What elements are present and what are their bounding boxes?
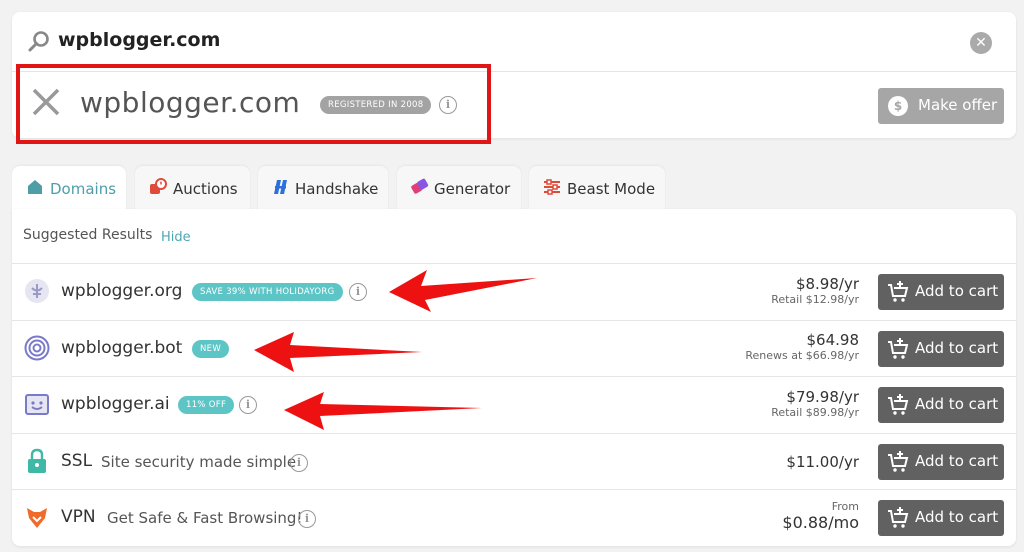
product-description: Site security made simple [101,453,297,471]
cart-plus-icon [888,507,909,528]
product-description: Get Safe & Fast Browsing! [107,509,303,527]
annotation-highlight-box [16,64,491,144]
tab-label: Domains [50,180,117,198]
domain-name[interactable]: wpblogger.org [61,281,182,301]
info-icon[interactable]: i [298,510,316,528]
price: $64.98 [806,331,860,349]
annotation-arrow [254,332,422,372]
make-offer-button[interactable]: $ Make offer [878,88,1004,124]
list-item: VPN Get Safe & Fast Browsing! i From $0.… [12,489,1016,545]
price-block: $64.98 Renews at $66.98/yr [745,331,859,362]
search-bar[interactable]: wpblogger.com ✕ [12,12,1016,72]
domain-name[interactable]: wpblogger.bot [61,338,182,358]
add-to-cart-button[interactable]: Add to cart [878,387,1004,423]
bot-target-icon [24,335,50,361]
add-to-cart-button[interactable]: Add to cart [878,331,1004,367]
cart-plus-icon [888,451,909,472]
cart-plus-icon [888,394,909,415]
tab-domains[interactable]: Domains [12,166,126,210]
clear-search-button[interactable]: ✕ [970,32,992,54]
tab-label: Handshake [295,180,379,198]
product-name[interactable]: SSL [61,451,92,471]
tab-handshake[interactable]: Handshake [258,166,388,210]
sliders-icon [544,179,560,195]
add-to-cart-button[interactable]: Add to cart [878,444,1004,480]
add-to-cart-label: Add to cart [915,282,999,300]
make-offer-label: Make offer [918,96,998,114]
price-block: $8.98/yr Retail $12.98/yr [771,275,859,306]
list-item: wpblogger.bot NEW $64.98 Renews at $66.9… [12,320,1016,376]
info-icon[interactable]: i [239,396,257,414]
annotation-arrow [284,392,482,430]
price: $11.00/yr [786,453,859,471]
close-icon: ✕ [975,35,987,51]
list-item: wpblogger.ai 11% OFF i $79.98/yr Retail … [12,376,1016,432]
domain-name[interactable]: wpblogger.ai [61,394,170,414]
results-panel: Suggested Results Hide wpblogger.org SAV… [12,209,1016,546]
search-icon [28,31,49,52]
suggested-results-title: Suggested Results [23,227,153,243]
new-badge: NEW [192,340,230,358]
vpn-fox-icon [27,508,47,528]
add-to-cart-label: Add to cart [915,508,999,526]
info-icon[interactable]: i [349,283,367,301]
lock-icon [28,448,46,473]
add-to-cart-label: Add to cart [915,395,999,413]
tab-label: Beast Mode [567,180,656,198]
tab-beast-mode[interactable]: Beast Mode [529,166,665,210]
home-icon [28,180,42,194]
add-to-cart-label: Add to cart [915,452,999,470]
renew-price: Renews at $66.98/yr [745,349,859,362]
generator-icon [411,178,429,194]
info-icon[interactable]: i [290,454,308,472]
promo-badge: SAVE 39% WITH HOLIDAYORG [192,283,343,301]
retail-price: Retail $12.98/yr [771,293,859,306]
price: $79.98/yr [786,388,859,406]
price-block: $79.98/yr Retail $89.98/yr [771,388,859,419]
search-input[interactable]: wpblogger.com [58,29,220,51]
dollar-icon: $ [888,96,908,116]
auction-icon [150,178,167,194]
discount-badge: 11% OFF [178,396,235,414]
add-to-cart-label: Add to cart [915,339,999,357]
price-block: From $0.88/mo [782,500,859,532]
tab-label: Auctions [173,180,238,198]
price: $0.88/mo [782,513,859,532]
add-to-cart-button[interactable]: Add to cart [878,274,1004,310]
cart-plus-icon [888,281,909,302]
tab-generator[interactable]: Generator [397,166,521,210]
tab-label: Generator [434,180,511,198]
price-block: $11.00/yr [786,453,859,471]
hide-link[interactable]: Hide [161,230,191,245]
add-to-cart-button[interactable]: Add to cart [878,500,1004,536]
price: $8.98/yr [795,275,859,293]
retail-price: Retail $89.98/yr [771,406,859,419]
ai-robot-icon [25,394,49,415]
handshake-icon [274,180,287,194]
org-logo-icon [25,279,49,303]
price-from-label: From [831,500,859,513]
product-name[interactable]: VPN [61,507,96,527]
cart-plus-icon [888,338,909,359]
annotation-arrow [389,270,537,312]
list-item: SSL Site security made simple i $11.00/y… [12,433,1016,489]
tab-auctions[interactable]: Auctions [135,166,250,210]
